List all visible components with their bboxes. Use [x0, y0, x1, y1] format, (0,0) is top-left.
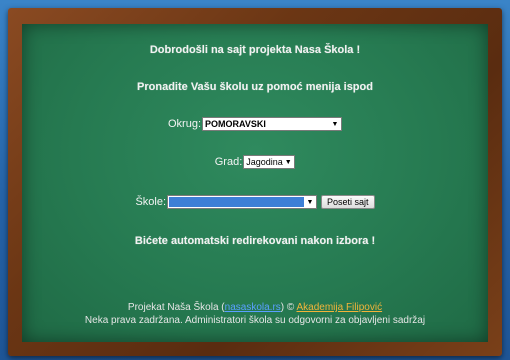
footer-rights: Neka prava zadržana. Administratori škol…: [84, 315, 426, 326]
dropdown-arrow-icon: ▼: [284, 158, 292, 166]
redirect-notice: Bićete automatski redirekovani nakon izb…: [134, 235, 376, 247]
okrug-selected-value: POMORAVSKI: [205, 119, 266, 129]
grad-selected-value: Jagodina: [246, 157, 283, 167]
skole-select[interactable]: ▼: [167, 195, 318, 209]
visit-site-button[interactable]: Poseti sajt: [321, 195, 375, 209]
nasaskola-link[interactable]: nasaskola.rs: [225, 302, 281, 313]
skole-selection-highlight: [169, 197, 305, 207]
dropdown-arrow-icon: ▼: [331, 120, 339, 128]
footer-credits: Projekat Naša Škola (nasaskola.rs) © Aka…: [0, 302, 510, 313]
akademija-link[interactable]: Akademija Filipović: [296, 302, 382, 313]
grad-select[interactable]: Jagodina ▼: [243, 155, 296, 169]
footer-copyright: ) ©: [280, 302, 297, 313]
chalkboard: [22, 24, 488, 342]
grad-row: Grad: Jagodina ▼: [0, 155, 510, 169]
okrug-select[interactable]: POMORAVSKI ▼: [202, 117, 342, 131]
footer-prefix: Projekat Naša Škola (: [127, 302, 225, 313]
skole-row: Škole: ▼ Poseti sajt: [0, 195, 510, 209]
okrug-row: Okrug: POMORAVSKI ▼: [0, 117, 510, 131]
okrug-label: Okrug:: [167, 118, 201, 130]
dropdown-arrow-icon: ▼: [306, 198, 314, 206]
welcome-heading: Dobrodošli na sajt projekta Nasa Škola !: [149, 44, 361, 56]
grad-label: Grad:: [214, 156, 243, 168]
instruction-text: Pronadite Vašu školu uz pomoć menija isp…: [137, 81, 373, 93]
skole-label: Škole:: [135, 196, 167, 208]
